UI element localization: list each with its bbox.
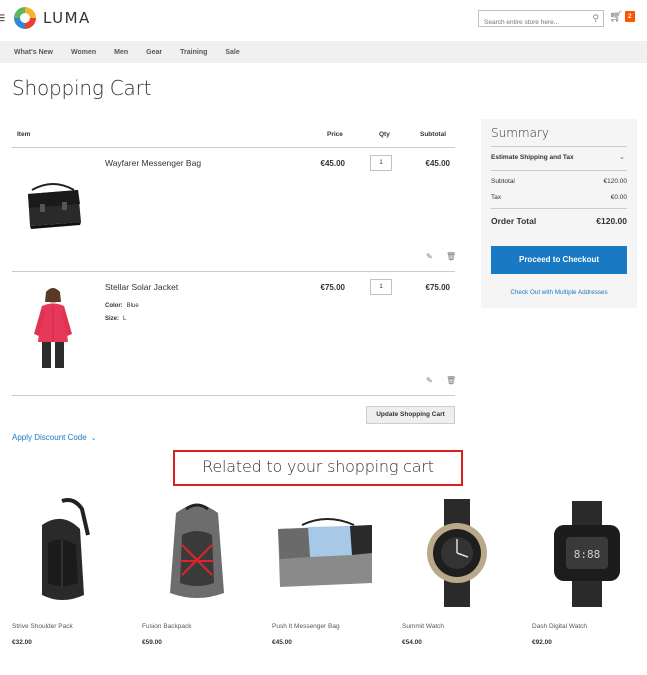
chevron-down-icon: ⌄ bbox=[90, 435, 97, 442]
page-header: ≡ LUMA ⚲ 🛒︎ 2 bbox=[0, 0, 647, 40]
qty-input[interactable]: 1 bbox=[370, 279, 392, 295]
trash-icon[interactable]: 🗑︎ bbox=[446, 376, 456, 385]
cart-count-badge: 2 bbox=[624, 11, 635, 22]
related-products-heading-box: Related to your shopping cart bbox=[173, 450, 463, 486]
nav-item-women[interactable]: Women bbox=[71, 49, 96, 56]
product-option-color: Color: Blue bbox=[105, 303, 139, 309]
qty-input[interactable]: 1 bbox=[370, 155, 392, 171]
minicart-link[interactable]: 🛒︎ 2 bbox=[609, 10, 635, 23]
related-product-card[interactable]: Strive Shoulder Pack €32.00 bbox=[12, 495, 122, 655]
messenger-bag-image[interactable] bbox=[272, 495, 382, 610]
tax-label: Tax bbox=[491, 194, 502, 201]
nav-item-men[interactable]: Men bbox=[114, 49, 128, 56]
subtotal-row: Subtotal €120.00 bbox=[491, 178, 627, 185]
product-name-link[interactable]: Wayfarer Messenger Bag bbox=[105, 158, 201, 168]
apply-discount-toggle[interactable]: Apply Discount Code ⌄ bbox=[12, 433, 97, 442]
related-product-card[interactable]: Fusion Backpack €59.00 bbox=[142, 495, 252, 655]
related-product-price: €32.00 bbox=[12, 639, 32, 646]
logo-icon bbox=[14, 7, 36, 29]
search-icon[interactable]: ⚲ bbox=[592, 13, 599, 24]
search-box: ⚲ bbox=[478, 10, 604, 30]
order-total-row: Order Total €120.00 bbox=[491, 216, 627, 226]
related-product-price: €92.00 bbox=[532, 639, 552, 646]
col-header-price: Price bbox=[327, 131, 343, 138]
fusion-backpack-image[interactable] bbox=[142, 495, 252, 610]
page-title: Shopping Cart bbox=[12, 76, 152, 100]
divider bbox=[491, 146, 627, 147]
option-value: L bbox=[123, 316, 127, 322]
item-subtotal: €45.00 bbox=[425, 159, 450, 168]
option-value: Blue bbox=[126, 303, 139, 309]
tax-row: Tax €0.00 bbox=[491, 194, 627, 201]
related-product-price: €45.00 bbox=[272, 639, 292, 646]
cart-item: Stellar Solar Jacket Color: Blue Size: L €… bbox=[12, 272, 456, 396]
messenger-bag-image[interactable] bbox=[18, 160, 88, 250]
related-product-card[interactable]: Summit Watch €54.00 bbox=[402, 495, 512, 655]
item-price: €75.00 bbox=[320, 283, 345, 292]
summary-title: Summary bbox=[491, 126, 549, 140]
related-product-name[interactable]: Fusion Backpack bbox=[142, 623, 192, 630]
related-product-name[interactable]: Dash Digital Watch bbox=[532, 623, 587, 630]
subtotal-value: €120.00 bbox=[603, 178, 628, 185]
order-summary: Summary Estimate Shipping and Tax ⌄ Subt… bbox=[481, 119, 637, 308]
subtotal-label: Subtotal bbox=[491, 178, 515, 185]
proceed-to-checkout-button[interactable]: Proceed to Checkout bbox=[491, 246, 627, 274]
col-header-item: Item bbox=[17, 131, 31, 138]
related-product-name[interactable]: Push It Messenger Bag bbox=[272, 623, 340, 630]
jacket-image[interactable] bbox=[18, 284, 88, 374]
edit-pencil-icon[interactable]: ✎ bbox=[426, 376, 433, 385]
order-total-value: €120.00 bbox=[596, 216, 627, 226]
multi-address-checkout-link[interactable]: Check Out with Multiple Addresses bbox=[481, 289, 637, 296]
nav-item-sale[interactable]: Sale bbox=[225, 49, 239, 56]
discount-label: Apply Discount Code bbox=[12, 433, 87, 442]
cart-table-header: Item Price Qty Subtotal bbox=[12, 120, 455, 148]
main-navigation: What's New Women Men Gear Training Sale bbox=[0, 41, 647, 63]
option-label: Color: bbox=[105, 303, 123, 309]
cart-table: Item Price Qty Subtotal Wayfarer Messeng… bbox=[12, 120, 456, 396]
tax-value: €0.00 bbox=[610, 194, 627, 201]
nav-item-whats-new[interactable]: What's New bbox=[14, 49, 53, 56]
hamburger-icon[interactable]: ≡ bbox=[0, 10, 5, 28]
order-total-label: Order Total bbox=[491, 216, 537, 226]
cart-icon[interactable]: 🛒︎ bbox=[609, 10, 623, 23]
related-product-card[interactable]: 8:88 Dash Digital Watch €92.00 bbox=[532, 495, 642, 655]
estimate-shipping-toggle[interactable]: Estimate Shipping and Tax bbox=[491, 154, 574, 161]
trash-icon[interactable]: 🗑︎ bbox=[446, 252, 456, 261]
related-product-card[interactable]: Push It Messenger Bag €45.00 bbox=[272, 495, 382, 655]
product-name-link[interactable]: Stellar Solar Jacket bbox=[105, 282, 178, 292]
related-product-name[interactable]: Summit Watch bbox=[402, 623, 444, 630]
edit-pencil-icon[interactable]: ✎ bbox=[426, 252, 433, 261]
divider bbox=[491, 170, 627, 171]
dash-digital-watch-image[interactable]: 8:88 bbox=[532, 495, 642, 610]
store-logo[interactable]: LUMA bbox=[14, 6, 91, 30]
item-price: €45.00 bbox=[320, 159, 345, 168]
divider bbox=[491, 208, 627, 209]
svg-text:8:88: 8:88 bbox=[574, 548, 601, 561]
related-product-name[interactable]: Strive Shoulder Pack bbox=[12, 623, 73, 630]
related-products-title: Related to your shopping cart bbox=[202, 457, 434, 476]
col-header-subtotal: Subtotal bbox=[420, 131, 446, 138]
logo-text: LUMA bbox=[43, 9, 91, 27]
product-option-size: Size: L bbox=[105, 316, 126, 322]
nav-item-training[interactable]: Training bbox=[180, 49, 207, 56]
col-header-qty: Qty bbox=[379, 131, 390, 138]
chevron-down-icon[interactable]: ⌄ bbox=[619, 153, 625, 161]
option-label: Size: bbox=[105, 316, 120, 322]
update-cart-button[interactable]: Update Shopping Cart bbox=[366, 406, 455, 424]
nav-item-gear[interactable]: Gear bbox=[146, 49, 162, 56]
cart-item: Wayfarer Messenger Bag €45.00 1 €45.00 ✎… bbox=[12, 148, 456, 272]
search-input[interactable] bbox=[479, 15, 583, 30]
item-subtotal: €75.00 bbox=[425, 283, 450, 292]
related-product-price: €54.00 bbox=[402, 639, 422, 646]
related-product-price: €59.00 bbox=[142, 639, 162, 646]
shoulder-pack-image[interactable] bbox=[12, 495, 122, 610]
summit-watch-image[interactable] bbox=[402, 495, 512, 610]
